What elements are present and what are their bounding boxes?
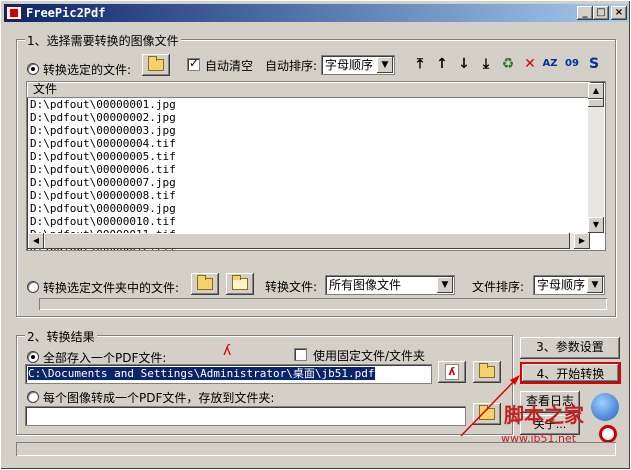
- scroll-up-icon[interactable]: ▲: [588, 83, 604, 99]
- convert-files-select[interactable]: 所有图像文件 ▼: [325, 275, 455, 295]
- file-sort-value: 字母顺序: [537, 278, 586, 292]
- sort-az-icon[interactable]: AZ: [541, 55, 559, 73]
- scroll-down-icon[interactable]: ▼: [588, 217, 604, 233]
- app-window: FreePic2Pdf _ □ × 1、选择需要转换的图像文件 转换选定的文件:…: [0, 0, 631, 470]
- output-folder-input[interactable]: [25, 406, 466, 426]
- file-sort-label: 文件排序:: [472, 280, 525, 294]
- pdf-path-input[interactable]: C:\Documents and Settings\Administrator\…: [25, 364, 432, 384]
- move-down-icon[interactable]: ↓: [455, 55, 473, 73]
- file-list-item[interactable]: D:\pdfout\00000009.jpg: [30, 202, 605, 215]
- file-list-item[interactable]: D:\pdfout\00000008.tif: [30, 189, 605, 202]
- radio-each-pdf[interactable]: [27, 391, 39, 403]
- scroll-left-icon[interactable]: ◀: [28, 233, 44, 249]
- output-group-legend: 2、转换结果: [25, 328, 97, 345]
- browse-folder-button[interactable]: [226, 273, 254, 295]
- close-button[interactable]: ×: [611, 6, 627, 20]
- chevron-down-icon: ▼: [437, 277, 453, 293]
- select-folder-button[interactable]: [191, 273, 219, 295]
- convert-files-label: 转换文件:: [265, 280, 318, 294]
- radio-folder[interactable]: [27, 281, 39, 293]
- radio-each-pdf-label: 每个图像转成一个PDF文件，存放到文件夹:: [43, 391, 275, 405]
- radio-selected-files[interactable]: [27, 63, 39, 75]
- move-up-icon[interactable]: ↑: [433, 55, 451, 73]
- file-list-item[interactable]: D:\pdfout\00000002.jpg: [30, 111, 605, 124]
- file-list-item[interactable]: D:\pdfout\00000003.jpg: [30, 124, 605, 137]
- folder-tree-icon: [232, 275, 248, 290]
- settings-button[interactable]: 3、参数设置: [520, 337, 620, 359]
- radio-selected-files-label: 转换选定的文件:: [43, 63, 132, 77]
- auto-clear-label: 自动清空: [205, 59, 254, 73]
- file-list-item[interactable]: D:\pdfout\00000007.jpg: [30, 176, 605, 189]
- sort-09-icon[interactable]: 09: [563, 55, 581, 73]
- file-list-item[interactable]: D:\pdfout\00000001.jpg: [30, 98, 605, 111]
- fixed-file-label: 使用固定文件/文件夹: [313, 349, 426, 363]
- file-list-item[interactable]: D:\pdfout\00000005.tif: [30, 150, 605, 163]
- magnifier-icon: [599, 425, 617, 443]
- radio-folder-label: 转换选定文件夹中的文件:: [43, 281, 180, 295]
- fixed-file-checkbox[interactable]: [294, 348, 307, 361]
- pdf-logo-icon: ʎ: [223, 343, 232, 359]
- auto-sort-select[interactable]: 字母顺序 ▼: [321, 55, 395, 75]
- status-bar: [16, 442, 616, 456]
- file-sort-select[interactable]: 字母顺序 ▼: [533, 275, 605, 295]
- move-top-icon[interactable]: ⤒: [411, 55, 429, 73]
- horizontal-scrollbar[interactable]: ◀ ▶: [28, 233, 590, 249]
- file-list-header[interactable]: 文件: [27, 82, 591, 98]
- folder-open-icon: [197, 275, 213, 290]
- file-list-item[interactable]: D:\pdfout\00000010.tif: [30, 215, 605, 228]
- file-list-rows: D:\pdfout\00000001.jpg D:\pdfout\00000002…: [27, 98, 605, 250]
- app-icon: [6, 6, 22, 20]
- vertical-scrollbar[interactable]: ▲ ▼: [588, 83, 604, 233]
- move-bottom-icon[interactable]: ⤓: [477, 55, 495, 73]
- title-bar: FreePic2Pdf _ □ ×: [4, 4, 629, 22]
- auto-sort-label: 自动排序:: [265, 59, 318, 73]
- file-list-item[interactable]: D:\pdfout\00000004.tif: [30, 137, 605, 150]
- convert-files-value: 所有图像文件: [329, 278, 402, 292]
- add-files-button[interactable]: [142, 54, 170, 76]
- radio-single-pdf[interactable]: [27, 351, 39, 363]
- auto-sort-value: 字母顺序: [325, 58, 374, 72]
- start-convert-button[interactable]: 4、开始转换: [520, 362, 621, 384]
- file-list[interactable]: 文件 D:\pdfout\00000001.jpg D:\pdfout\00000…: [26, 81, 606, 251]
- folder-open-icon: [148, 56, 164, 71]
- scroll-right-icon[interactable]: ▶: [574, 233, 590, 249]
- chevron-down-icon: ▼: [377, 57, 393, 73]
- folder-progress-bar: [39, 298, 607, 310]
- auto-clear-checkbox[interactable]: [187, 56, 200, 71]
- vertical-scroll-thumb[interactable]: [588, 99, 604, 107]
- file-list-item[interactable]: D:\pdfout\00000006.tif: [30, 163, 605, 176]
- delete-icon[interactable]: ✕: [521, 55, 539, 73]
- minimize-button[interactable]: _: [577, 6, 593, 20]
- globe-icon: [591, 393, 619, 421]
- chevron-down-icon: ▼: [587, 277, 603, 293]
- horizontal-scroll-thumb[interactable]: [44, 233, 570, 249]
- watermark-text: 脚本之家: [504, 403, 584, 427]
- source-group-legend: 1、选择需要转换的图像文件: [25, 32, 181, 49]
- window-title: FreePic2Pdf: [26, 6, 106, 20]
- pdf-path-text: C:\Documents and Settings\Administrator\…: [28, 367, 375, 380]
- maximize-button[interactable]: □: [593, 6, 609, 20]
- recycle-icon[interactable]: ♻: [499, 55, 517, 73]
- sort-size-icon[interactable]: S: [585, 55, 603, 73]
